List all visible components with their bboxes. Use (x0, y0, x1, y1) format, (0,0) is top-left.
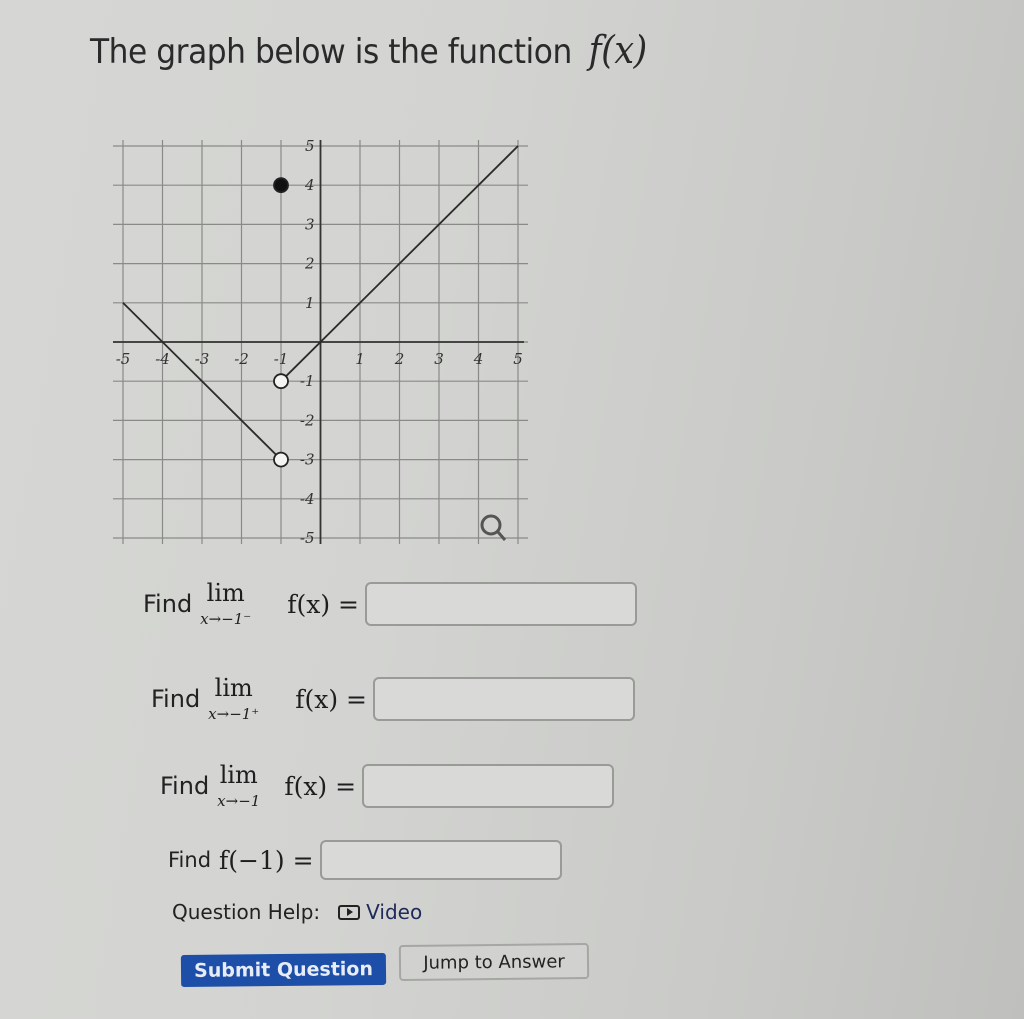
answer-input-function-value[interactable] (319, 840, 562, 880)
y-tick-label: -4 (300, 490, 315, 508)
play-video-icon (338, 904, 361, 920)
limit-notation: lim x→−1⁺ (208, 675, 259, 723)
y-tick-label: -2 (300, 411, 315, 429)
lim-subscript: x→−1 (217, 792, 261, 810)
question-part-2: Find lim x→−1⁺ f(x) = (151, 675, 635, 723)
question-part-1: Find lim x→−1⁻ f(x) = (143, 580, 637, 628)
y-tick-label: 1 (305, 294, 315, 312)
y-tick-label: -3 (300, 451, 315, 469)
magnifier-icon[interactable] (480, 514, 507, 541)
function-expr: f(x) = (284, 771, 357, 801)
function-expr: f(x) = (287, 589, 359, 619)
limit-notation: lim x→−1 (217, 762, 260, 810)
lim-subscript: x→−1⁺ (208, 705, 260, 723)
y-tick-label: 3 (305, 215, 315, 233)
open-circle-lower (273, 451, 289, 468)
lim-subscript: x→−1⁻ (200, 610, 252, 628)
lim-word: lim (219, 761, 258, 789)
y-tick-label: 5 (305, 137, 315, 155)
x-tick-label: -2 (234, 350, 249, 368)
x-tick-label: -5 (116, 350, 131, 368)
question-title-function: f(x) (588, 28, 648, 72)
submit-question-button[interactable]: Submit Question (180, 952, 387, 988)
y-tick-label: -1 (300, 372, 315, 390)
jump-to-answer-button[interactable]: Jump to Answer (398, 943, 590, 981)
x-tick-label: 3 (434, 350, 444, 368)
x-tick-label: 1 (355, 350, 365, 368)
x-tick-label: -1 (274, 350, 289, 368)
video-link[interactable]: Video (338, 900, 422, 924)
y-tick-label: 4 (304, 176, 315, 194)
x-tick-label: 4 (473, 350, 484, 368)
filled-point (273, 177, 289, 194)
x-tick-label: -3 (195, 350, 210, 368)
lim-word: lim (206, 579, 245, 607)
answer-input-right-limit[interactable] (373, 677, 635, 721)
question-title-text: The graph below is the function (90, 32, 572, 72)
graph-svg: -5 -4 -3 -2 -1 1 2 3 4 5 5 4 3 2 1 -1 -2 -3 -4 -5 (113, 137, 528, 547)
y-tick-label: 2 (304, 255, 315, 273)
question-help-label: Question Help: (172, 900, 321, 924)
open-circle-upper (273, 373, 289, 390)
function-value-expr: f(−1) = (219, 845, 314, 875)
function-expr: f(x) = (295, 684, 367, 714)
question-title: The graph below is the function f(x) (90, 28, 647, 72)
x-tick-label: 2 (394, 350, 405, 368)
x-tick-label: -4 (155, 350, 170, 368)
y-tick-label: -5 (300, 529, 315, 547)
find-label: Find (143, 590, 193, 618)
answer-input-left-limit[interactable] (365, 582, 637, 626)
find-label: Find (151, 685, 201, 713)
find-label: Find (168, 848, 212, 872)
find-label: Find (160, 772, 210, 800)
lim-word: lim (214, 674, 253, 702)
question-part-4: Find f(−1) = (168, 840, 562, 880)
question-part-3: Find lim x→−1 f(x) = (160, 762, 615, 810)
video-link-label: Video (366, 900, 423, 924)
function-graph: -5 -4 -3 -2 -1 1 2 3 4 5 5 4 3 2 1 -1 -2 -3 -4 -5 (98, 128, 538, 553)
question-help: Question Help: Video (172, 900, 422, 924)
answer-input-two-sided-limit[interactable] (362, 764, 615, 808)
limit-notation: lim x→−1⁻ (200, 580, 251, 628)
x-tick-label: 5 (513, 350, 523, 368)
